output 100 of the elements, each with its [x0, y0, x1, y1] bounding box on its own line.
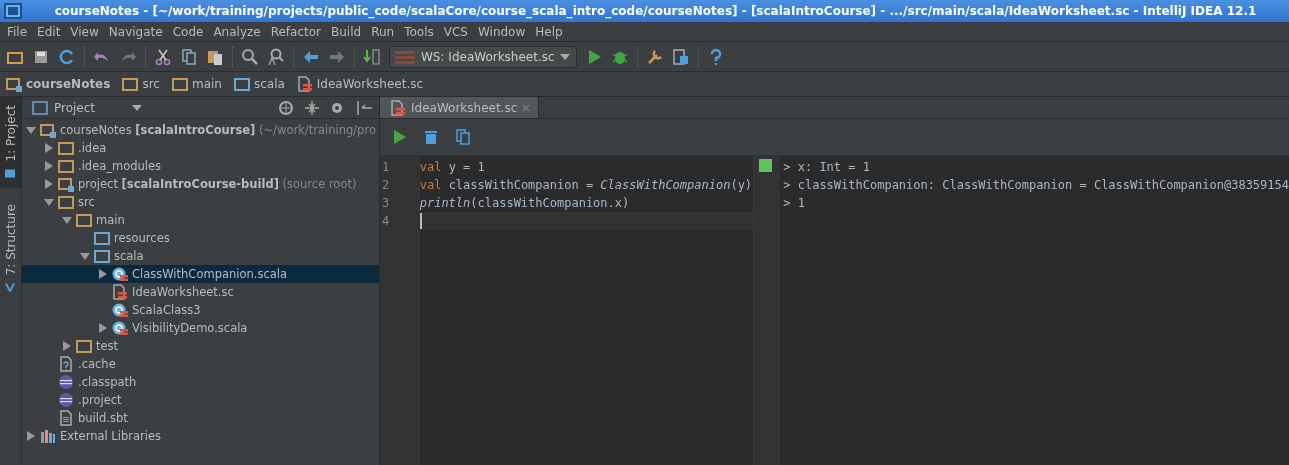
tree-item[interactable]: scala	[22, 247, 379, 265]
copy-icon[interactable]	[454, 128, 472, 146]
tree-item[interactable]: External Libraries	[22, 427, 379, 445]
tree-item-label: scala	[114, 249, 144, 263]
worksheet-config-icon	[394, 48, 416, 65]
tree-item-label: src	[78, 195, 95, 209]
compile-icon[interactable]	[363, 47, 381, 66]
collapsed-arrow-icon	[62, 341, 72, 351]
trash-icon[interactable]	[422, 128, 440, 146]
target-icon[interactable]	[277, 98, 295, 117]
collapsed-arrow-icon	[26, 431, 36, 441]
side-tool-tab[interactable]: 1: Project	[0, 97, 21, 188]
menu-item[interactable]: Navigate	[103, 24, 168, 39]
menu-item[interactable]: VCS	[438, 24, 473, 39]
worksheet-file-icon	[112, 284, 128, 300]
folder-icon	[58, 140, 74, 156]
tree-item-label: External Libraries	[60, 429, 162, 443]
sync-icon[interactable]	[58, 47, 76, 66]
folder-icon	[76, 338, 92, 354]
eclipse-file-icon	[58, 374, 74, 390]
code-line: val y = 1	[419, 159, 485, 176]
replace-icon[interactable]	[267, 47, 285, 66]
unknown-file-icon	[58, 356, 74, 372]
text-file-icon	[58, 410, 74, 426]
breadcrumb-item[interactable]: IdeaWorksheet.sc	[296, 76, 424, 92]
tree-item[interactable]: .cache	[22, 355, 379, 373]
tree-item[interactable]: .project	[22, 391, 379, 409]
tree-item[interactable]: test	[22, 337, 379, 355]
tree-item[interactable]: .idea_modules	[22, 157, 379, 175]
tree-item-label: build.sbt	[78, 411, 128, 425]
module-folder-icon	[40, 122, 56, 138]
menu-item[interactable]: File	[2, 24, 33, 39]
folder-icon	[58, 158, 74, 174]
tree-item[interactable]: src	[22, 193, 379, 211]
text-cursor	[419, 213, 422, 229]
search-icon[interactable]	[241, 47, 259, 66]
tree-item-label: test	[96, 339, 119, 353]
tree-item[interactable]: ScalaClass3	[22, 301, 379, 319]
tree-item[interactable]: ClassWithCompanion.scala	[22, 265, 379, 283]
folder-icon	[233, 76, 250, 92]
collapsed-arrow-icon	[98, 323, 108, 333]
hide-panel-icon[interactable]	[355, 98, 373, 117]
tree-item[interactable]: .classpath	[22, 373, 379, 391]
tree-item-label: .project	[78, 393, 122, 407]
run-configuration-dropdown[interactable]: WS: IdeaWorksheet.sc	[389, 45, 577, 68]
tree-item[interactable]: project [scalaIntroCourse-build] (source root)	[22, 175, 379, 193]
worksheet-file-icon	[296, 76, 313, 92]
menu-item[interactable]: Help	[530, 24, 568, 39]
menu-item[interactable]: Tools	[399, 24, 439, 39]
tree-item[interactable]: resources	[22, 229, 379, 247]
expanded-arrow-icon	[80, 251, 90, 261]
breadcrumb-item[interactable]: courseNotes	[6, 76, 111, 92]
side-tool-tab[interactable]: 7: Structure	[0, 195, 21, 301]
menu-item[interactable]: Analyze	[208, 24, 266, 39]
tree-item[interactable]: main	[22, 211, 379, 229]
folder-icon	[122, 76, 139, 92]
project-view-icon	[32, 100, 48, 115]
tree-item-label: VisibilityDemo.scala	[132, 321, 248, 335]
module-folder-icon	[6, 76, 22, 92]
menu-item[interactable]: Code	[167, 24, 209, 39]
eclipse-file-icon	[58, 392, 74, 408]
worksheet-file-icon	[390, 99, 406, 116]
menu-item[interactable]: View	[65, 24, 104, 39]
folder-icon	[58, 194, 74, 210]
line-number: 2	[381, 177, 391, 194]
breadcrumb-item[interactable]: src	[122, 76, 160, 92]
tree-item[interactable]: IdeaWorksheet.sc	[22, 283, 379, 301]
tree-item[interactable]: .idea	[22, 139, 379, 157]
collapse-all-icon[interactable]	[303, 98, 321, 117]
menu-item[interactable]: Window	[472, 24, 531, 39]
tree-item-label: project [scalaIntroCourse-build] (source root)	[78, 177, 357, 191]
tree-item-label: .idea_modules	[78, 159, 162, 173]
menu-item[interactable]: Refactor	[265, 24, 327, 39]
breadcrumb-item[interactable]: scala	[233, 76, 285, 92]
output-line: > x: Int = 1	[783, 159, 871, 176]
window-title: courseNotes - [~/work/training/projects/public_code/scalaCore/course_scala_intro_code/courseNotes] - [scalaIntroCourse] - .../src/main/scala/IdeaWorksheet.sc - IntelliJ IDEA 12.1	[53, 4, 1258, 18]
editor-tab[interactable]: IdeaWorksheet.sc	[380, 97, 540, 118]
menu-item[interactable]: Run	[366, 24, 400, 39]
success-marker-icon	[759, 159, 773, 172]
copy-icon[interactable]	[180, 47, 198, 66]
output-line: > 1	[783, 195, 806, 212]
tree-item[interactable]: VisibilityDemo.scala	[22, 319, 379, 337]
tree-item-label: ClassWithCompanion.scala	[132, 267, 288, 281]
tree-item-label: resources	[114, 231, 170, 245]
tree-item-label: .cache	[78, 357, 116, 371]
structure-icon[interactable]	[671, 47, 690, 66]
menu-item[interactable]: Edit	[32, 24, 66, 39]
collapsed-arrow-icon	[98, 269, 108, 279]
cut-icon[interactable]	[154, 47, 172, 66]
class-file-icon	[112, 266, 128, 282]
tree-item[interactable]: courseNotes [scalaIntroCourse] (~/work/training/pro	[22, 121, 379, 139]
tree-item-label: .classpath	[78, 375, 137, 389]
code-line: val classWithCompanion = ClassWithCompanion(y)	[419, 177, 753, 194]
tree-item-label: main	[96, 213, 125, 227]
view-selector-dropdown[interactable]: Project	[32, 100, 142, 115]
close-icon	[522, 103, 531, 112]
breadcrumb-item[interactable]: main	[171, 76, 222, 92]
output-line: > classWithCompanion: ClassWithCompanion = ClassWithCompanion@38359154	[783, 177, 1289, 194]
menu-item[interactable]: Build	[326, 24, 367, 39]
tree-item[interactable]: build.sbt	[22, 409, 379, 427]
